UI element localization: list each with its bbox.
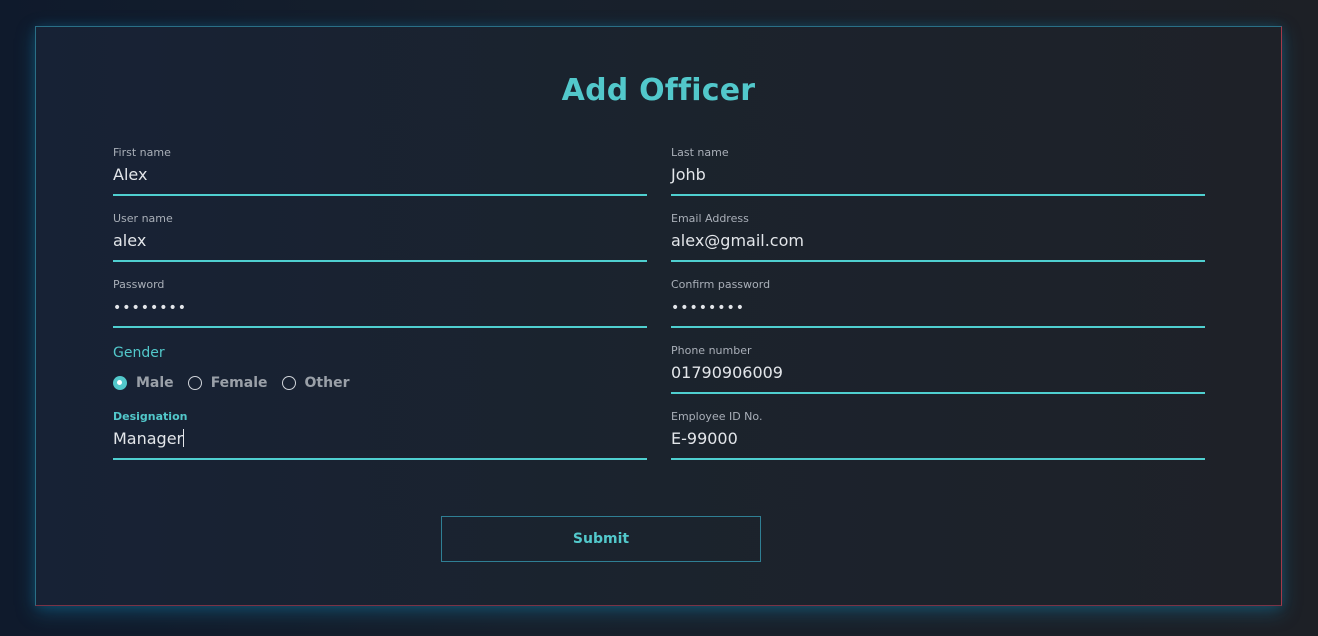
password-value[interactable]: •••••••• (113, 300, 187, 316)
designation-value: Manager (113, 429, 184, 448)
gender-label: Gender (113, 345, 165, 361)
email-field[interactable]: Email Address alex@gmail.com (671, 212, 1205, 262)
phone-value[interactable]: 01790906009 (671, 363, 783, 382)
gender-option-label: Female (210, 375, 268, 391)
text-caret (183, 429, 185, 447)
confirm-password-label: Confirm password (671, 278, 771, 291)
form-title: Add Officer (561, 73, 756, 108)
confirm-password-field[interactable]: Confirm password •••••••• (671, 278, 1205, 328)
phone-field[interactable]: Phone number 01790906009 (671, 344, 1205, 394)
email-label: Email Address (671, 212, 749, 225)
employee-id-field[interactable]: Employee ID No. E-99000 (671, 410, 1205, 460)
radio-unchecked-icon[interactable] (187, 376, 202, 390)
first-name-field[interactable]: First name Alex (113, 146, 647, 196)
submit-button[interactable]: Submit (441, 516, 761, 562)
user-name-value[interactable]: alex (113, 231, 146, 250)
phone-label: Phone number (671, 344, 752, 357)
gender-option-label: Male (136, 375, 174, 391)
employee-id-value[interactable]: E-99000 (671, 429, 738, 448)
gender-option-other[interactable]: Other (281, 375, 350, 391)
confirm-password-value[interactable]: •••••••• (671, 300, 745, 316)
designation-label: Designation (113, 410, 188, 423)
last-name-label: Last name (671, 146, 729, 159)
user-name-label: User name (113, 212, 173, 225)
designation-field[interactable]: Designation Manager (113, 410, 647, 460)
last-name-field[interactable]: Last name Johb (671, 146, 1205, 196)
first-name-value[interactable]: Alex (113, 165, 147, 184)
gender-option-label: Other (304, 375, 350, 391)
last-name-value[interactable]: Johb (671, 165, 706, 184)
radio-checked-icon[interactable] (113, 376, 127, 390)
password-field[interactable]: Password •••••••• (113, 278, 647, 328)
email-value[interactable]: alex@gmail.com (671, 231, 804, 250)
add-officer-card: Add Officer First name Alex Last name Jo… (35, 26, 1282, 606)
gender-option-male[interactable]: Male (113, 375, 174, 391)
employee-id-label: Employee ID No. (671, 410, 763, 423)
password-label: Password (113, 278, 165, 291)
gender-radio-group: Male Female Other (113, 375, 363, 391)
gender-option-female[interactable]: Female (187, 375, 268, 391)
user-name-field[interactable]: User name alex (113, 212, 647, 262)
first-name-label: First name (113, 146, 171, 159)
radio-unchecked-icon[interactable] (281, 376, 296, 390)
designation-input[interactable]: Manager (113, 429, 185, 448)
